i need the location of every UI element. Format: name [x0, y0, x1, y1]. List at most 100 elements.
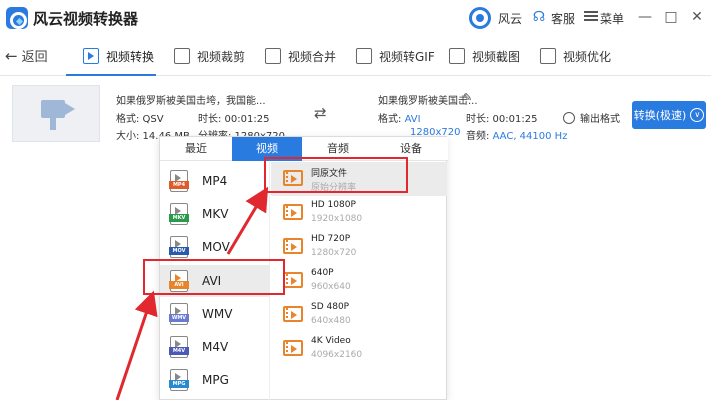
quality-item-480p[interactable]: SD 480P 640x480: [271, 298, 447, 332]
source-duration: 时长: 00:01:25: [198, 114, 270, 125]
pencil-icon[interactable]: ✎: [463, 91, 472, 104]
quality-list: 同原文件 原始分辨率 HD 1080P 1920x1080 HD 720P 12…: [271, 162, 447, 400]
quality-name: HD 1080P: [311, 200, 356, 210]
target-duration: 时长: 00:01:25: [466, 114, 538, 125]
tab-label: 视频优化: [563, 49, 612, 64]
film-icon: [283, 272, 303, 288]
quality-name: 640P: [311, 268, 334, 278]
merge-icon: [265, 48, 281, 64]
app-title: 风云视频转换器: [33, 10, 139, 28]
tab-video-to-gif[interactable]: 视频转GIF: [356, 36, 435, 76]
menu-link[interactable]: 菜单: [600, 10, 624, 27]
close-button[interactable]: ✕: [686, 6, 708, 28]
target-format: 格式: AVI: [378, 114, 421, 125]
quality-item-1080p[interactable]: HD 1080P 1920x1080: [271, 196, 447, 230]
film-icon: [283, 170, 303, 186]
tab-video-merge[interactable]: 视频合并: [265, 36, 336, 76]
gear-icon: [563, 111, 575, 124]
user-name[interactable]: 风云: [498, 10, 522, 27]
chevron-down-icon[interactable]: ∨: [690, 108, 705, 122]
quality-resolution: 4096x2160: [311, 350, 363, 360]
tab-recent[interactable]: 最近: [160, 137, 232, 161]
tab-label: 视频合并: [288, 49, 337, 64]
play-square-icon: [83, 48, 99, 64]
crop-icon: [174, 48, 190, 64]
format-item-mov[interactable]: MOV MOV: [160, 231, 270, 263]
tab-device[interactable]: 设备: [374, 137, 448, 161]
film-icon: [283, 238, 303, 254]
format-label: MKV: [202, 207, 229, 221]
active-tab-indicator: [66, 74, 156, 76]
convert-button[interactable]: 转换(极速) ∨: [632, 101, 706, 129]
format-item-mkv[interactable]: MKV MKV: [160, 198, 270, 230]
tab-video-optimize[interactable]: 视频优化: [540, 36, 611, 76]
format-category-tabs: 最近 视频 音频 设备: [160, 137, 448, 161]
shuffle-arrows-icon: ⇄: [314, 104, 327, 122]
quality-name: 同原文件: [311, 169, 348, 179]
convert-button-label: 转换(极速): [633, 109, 687, 122]
wmv-file-icon: WMV: [169, 303, 189, 325]
quality-resolution: 1920x1080: [311, 214, 363, 224]
format-label: AVI: [202, 274, 222, 288]
tab-label: 视频截图: [472, 49, 521, 64]
format-list: MP4 MP4 MKV MKV MOV MOV AVI AVI WMV WMV …: [160, 162, 270, 400]
screenshot-icon: [449, 48, 465, 64]
export-settings-button[interactable]: 输出格式: [563, 110, 620, 125]
quality-item-original[interactable]: 同原文件 原始分辨率: [271, 162, 447, 196]
format-item-mpg[interactable]: MPG MPG: [160, 364, 270, 396]
tab-label: 视频转换: [106, 49, 155, 64]
quality-item-640p[interactable]: 640P 960x640: [271, 264, 447, 298]
format-item-m4v[interactable]: M4V M4V: [160, 331, 270, 363]
app-logo-icon: [6, 7, 28, 29]
sliders-icon: [540, 48, 556, 64]
mkv-file-icon: MKV: [169, 203, 189, 225]
video-thumbnail[interactable]: [12, 85, 100, 142]
back-label: 返回: [21, 50, 48, 65]
format-item-avi[interactable]: AVI AVI: [160, 265, 270, 297]
arrow-to-avi: [115, 290, 158, 400]
back-button[interactable]: ← 返回: [5, 46, 48, 65]
feature-nav-bar: ← 返回 视频转换 视频裁剪 视频合并 视频转GIF 视频截图 视频优化: [0, 36, 711, 76]
format-label: MOV: [202, 240, 230, 254]
avi-file-icon: AVI: [169, 270, 189, 292]
mp4-file-icon: MP4: [169, 170, 189, 192]
format-item-mp4[interactable]: MP4 MP4: [160, 165, 270, 197]
app-window: 风云视频转换器 风云 ☊ 客服 菜单 — □ ✕ ← 返回 视频转换 视频裁剪 视…: [0, 0, 711, 400]
headset-icon[interactable]: ☊: [531, 9, 547, 25]
m4v-file-icon: M4V: [169, 336, 189, 358]
format-label: WMV: [202, 307, 233, 321]
tab-label: 视频裁剪: [197, 49, 246, 64]
tab-audio[interactable]: 音频: [302, 137, 374, 161]
film-icon: [283, 204, 303, 220]
tab-video-crop[interactable]: 视频裁剪: [174, 36, 245, 76]
quality-name: SD 480P: [311, 302, 350, 312]
tab-label: 视频转GIF: [379, 49, 435, 64]
source-format: 格式: QSV: [116, 114, 164, 125]
quality-resolution: 1280x720: [311, 248, 357, 258]
export-settings-label: 输出格式: [580, 114, 620, 125]
film-icon: [283, 306, 303, 322]
tab-video-convert[interactable]: 视频转换: [83, 36, 154, 76]
format-label: M4V: [202, 340, 229, 354]
quality-name: HD 720P: [311, 234, 351, 244]
title-bar: 风云视频转换器 风云 ☊ 客服 菜单 — □ ✕: [0, 0, 711, 36]
gif-icon: [356, 48, 372, 64]
quality-name: 4K Video: [311, 336, 351, 346]
minimize-button[interactable]: —: [634, 6, 656, 28]
customer-service-link[interactable]: 客服: [551, 10, 575, 27]
quality-resolution: 960x640: [311, 282, 351, 292]
tab-video-screenshot[interactable]: 视频截图: [449, 36, 520, 76]
format-item-wmv[interactable]: WMV WMV: [160, 298, 270, 330]
film-icon: [283, 340, 303, 356]
tab-video[interactable]: 视频: [232, 137, 302, 161]
format-label: MPG: [202, 373, 229, 387]
target-audio: 音频: AAC, 44100 Hz: [466, 131, 568, 142]
quality-resolution: 原始分辨率: [311, 183, 357, 193]
hamburger-menu-icon[interactable]: [584, 9, 598, 23]
format-label: MP4: [202, 174, 228, 188]
quality-item-4k[interactable]: 4K Video 4096x2160: [271, 332, 447, 366]
restore-button[interactable]: □: [660, 6, 682, 28]
quality-item-720p[interactable]: HD 720P 1280x720: [271, 230, 447, 264]
user-avatar-icon[interactable]: [469, 7, 491, 29]
quality-resolution: 640x480: [311, 316, 351, 326]
